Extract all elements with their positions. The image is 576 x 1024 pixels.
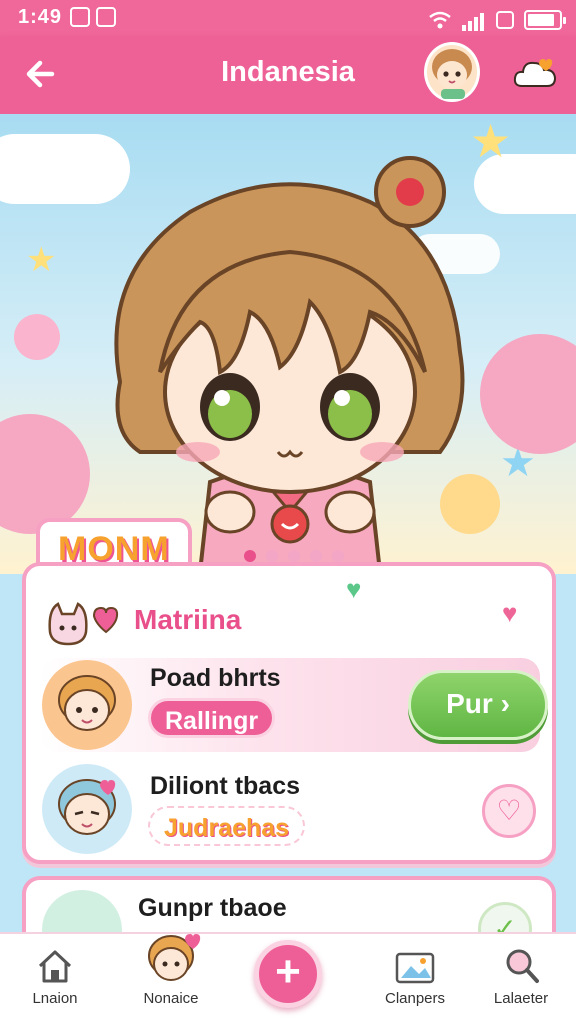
home-icon (38, 950, 72, 983)
avatar (42, 660, 132, 750)
section-title: Matriina (134, 604, 242, 635)
plus-icon: + (275, 947, 301, 996)
play-button[interactable]: Pur › (408, 670, 548, 740)
wifi-icon (429, 11, 451, 28)
heart-icon[interactable]: ♥ (502, 598, 517, 629)
battery-icon (524, 9, 566, 30)
nav-label: Lalaeter (493, 990, 549, 1007)
cat-heart-icon (48, 602, 119, 646)
status-bar: 1:49 (0, 0, 576, 36)
chibi-character-illustration (114, 156, 465, 574)
app-bar: Indanesia (0, 36, 576, 114)
nav-label: Lnaion (32, 990, 78, 1007)
chibi-avatar-icon (148, 934, 201, 981)
star-icon: ★ (26, 241, 57, 279)
carousel-dot[interactable] (310, 550, 322, 562)
chibi-avatar-icon[interactable] (424, 42, 480, 102)
carousel-dot[interactable] (288, 550, 300, 562)
carousel-dot[interactable] (332, 550, 344, 562)
item-title: Gunpr tbaoe (138, 894, 287, 922)
heart-icon: ♥ (346, 574, 362, 604)
cloud-heart-icon[interactable] (512, 50, 558, 92)
item-title: Poad bhrts (150, 664, 281, 692)
content-card: ♥ Matriina ♥ Poad bhrts Rallingr Pur › D… (22, 562, 556, 864)
nav-item-search[interactable]: Lalaeter (466, 934, 576, 1024)
item-tag: Judraehas (148, 806, 306, 846)
notification-icon (70, 7, 90, 27)
favorite-button[interactable]: ♡ (482, 784, 536, 838)
carousel-indicator (244, 550, 344, 562)
carousel-dot[interactable] (266, 550, 278, 562)
item-title: Diliont tbacs (150, 772, 301, 800)
item-tag: Rallingr (148, 698, 276, 738)
chevron-right-icon: › (500, 688, 510, 719)
flower-decoration (14, 314, 60, 360)
hero-illustration: ★ ★ ★ (0, 114, 576, 574)
signal-icon (462, 8, 486, 31)
add-button[interactable]: + (254, 940, 322, 1008)
nav-label: Nonaice (143, 990, 199, 1007)
avatar (42, 764, 132, 854)
list-item[interactable]: Diliont tbacs Judraehas ♡ (40, 762, 540, 856)
nav-label: Clanpers (384, 990, 446, 1007)
status-time: 1:49 (18, 6, 63, 28)
notification-icon (96, 7, 116, 27)
nav-item-gallery[interactable]: Clanpers (360, 934, 470, 1024)
tree-decoration (0, 414, 90, 534)
heart-icon: ♡ (496, 795, 522, 826)
nav-item-home[interactable]: Lnaion (0, 934, 110, 1024)
play-button-label: Pur (446, 688, 493, 719)
list-item[interactable]: Poad bhrts Rallingr Pur › (40, 658, 548, 752)
notification-icon (496, 10, 514, 29)
nav-item-character[interactable]: Nonaice (116, 934, 226, 1024)
page-title: Indanesia (221, 56, 355, 88)
search-icon (506, 949, 539, 983)
carousel-dot[interactable] (244, 550, 256, 562)
gallery-icon (395, 952, 435, 984)
